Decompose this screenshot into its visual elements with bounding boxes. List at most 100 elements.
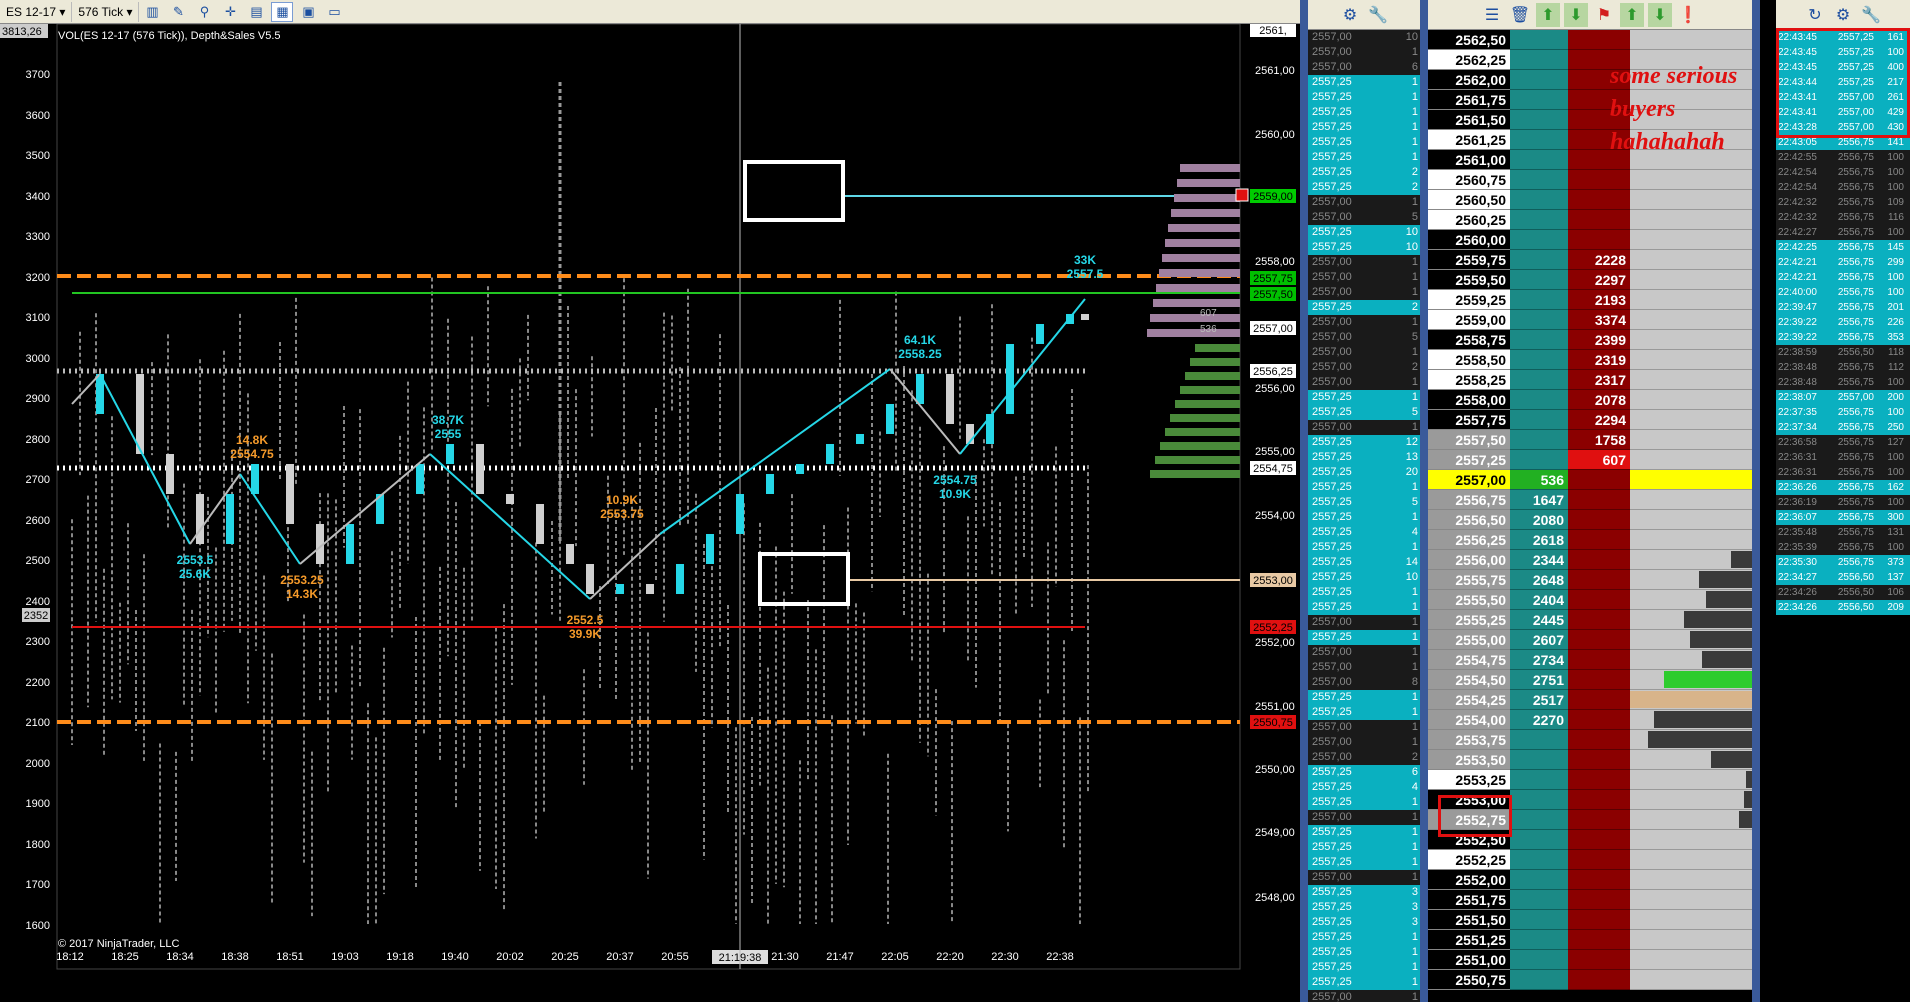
text-icon[interactable]: ▭ <box>323 2 345 22</box>
ladder-row[interactable]: 2552,25 84 <box>1428 850 1752 870</box>
ladder-price[interactable]: 2562,00 <box>1428 70 1510 90</box>
ladder-price[interactable]: 2556,50 <box>1428 510 1510 530</box>
ladder-bid[interactable] <box>1510 150 1568 170</box>
ladder-price[interactable]: 2553,75 <box>1428 730 1510 750</box>
ladder-row[interactable]: 2556,751647 11639 <box>1428 490 1752 510</box>
time-sales-left-panel[interactable]: ⚙ 🔧 2557,00 10 2557,00 1 2557,00 6 2557,25 1 255… <box>1300 0 1420 1002</box>
ladder-bid[interactable] <box>1510 110 1568 130</box>
ladder-row[interactable]: 2550,75 <box>1428 970 1752 990</box>
ladder-row[interactable]: 2558,75 2399 <box>1428 330 1752 350</box>
ladder-row[interactable]: 2553,50 27762 <box>1428 750 1752 770</box>
ladder-price[interactable]: 2550,75 <box>1428 970 1510 990</box>
buy-up-arrow-2-icon[interactable]: ⬆ <box>1620 2 1644 27</box>
ladder-bid[interactable] <box>1510 410 1568 430</box>
ladder-ask[interactable]: 607 <box>1568 450 1630 470</box>
ladder-price[interactable]: 2556,25 <box>1428 530 1510 550</box>
ladder-bid[interactable]: 2270 <box>1510 710 1568 730</box>
sell-down-arrow-2-icon[interactable]: ⬇ <box>1648 2 1672 27</box>
ladder-bid[interactable] <box>1510 370 1568 390</box>
wrench-icon[interactable]: 🔧 <box>1366 3 1390 27</box>
ladder-price[interactable]: 2551,50 <box>1428 910 1510 930</box>
ladder-row[interactable]: 2558,25 2317 <box>1428 370 1752 390</box>
ladder-price[interactable]: 2551,00 <box>1428 950 1510 970</box>
ladder-ask[interactable] <box>1568 170 1630 190</box>
interval-selector[interactable]: 576 Tick ▾ <box>72 1 140 22</box>
ladder-row[interactable]: 2554,752734 30259 <box>1428 650 1752 670</box>
ladder-row[interactable]: 2557,50 175885 <box>1428 430 1752 450</box>
ladder-bid[interactable] <box>1510 290 1568 310</box>
trash-icon[interactable]: 🗑 <box>1508 3 1532 27</box>
ladder-ask[interactable] <box>1568 590 1630 610</box>
ladder-ask[interactable]: 2193 <box>1568 290 1630 310</box>
ladder-ask[interactable] <box>1568 530 1630 550</box>
settings-2-icon[interactable]: ⚙ <box>1831 3 1855 27</box>
ladder-row[interactable]: 2559,50 2297 <box>1428 270 1752 290</box>
ladder-row[interactable]: 2553,75 47120 <box>1428 730 1752 750</box>
ladder-row[interactable]: 2559,25 2193 <box>1428 290 1752 310</box>
ladder-price[interactable]: 2558,75 <box>1428 330 1510 350</box>
ladder-bid[interactable] <box>1510 30 1568 50</box>
ladder-bid[interactable] <box>1510 70 1568 90</box>
ladder-price[interactable]: 2554,25 <box>1428 690 1510 710</box>
ladder-price[interactable]: 2553,50 <box>1428 750 1510 770</box>
ladder-price[interactable]: 2559,75 <box>1428 250 1510 270</box>
ladder-ask[interactable]: 2317 <box>1568 370 1630 390</box>
ladder-price[interactable]: 2554,50 <box>1428 670 1510 690</box>
flag-icon[interactable]: ⚑ <box>1592 3 1616 27</box>
ladder-bid[interactable] <box>1510 50 1568 70</box>
wrench-2-icon[interactable]: 🔧 <box>1859 3 1883 27</box>
ladder-ask[interactable] <box>1568 490 1630 510</box>
ladder-bid[interactable]: 2648 <box>1510 570 1568 590</box>
ladder-price[interactable]: 2560,25 <box>1428 210 1510 230</box>
ladder-price[interactable]: 2562,50 <box>1428 30 1510 50</box>
ladder-price[interactable]: 2558,00 <box>1428 390 1510 410</box>
ladder-bid[interactable] <box>1510 230 1568 250</box>
ladder-ask[interactable]: 3374 <box>1568 310 1630 330</box>
ladder-row[interactable]: 2555,502404 29309 <box>1428 590 1752 610</box>
ladder-row[interactable]: 2554,502751 42635 <box>1428 670 1752 690</box>
crosshair-icon[interactable]: ✛ <box>219 2 241 22</box>
ladder-price[interactable]: 2561,25 <box>1428 130 1510 150</box>
ladder-price[interactable]: 2560,75 <box>1428 170 1510 190</box>
ladder-bid[interactable]: 2607 <box>1510 630 1568 650</box>
ladder-ask[interactable] <box>1568 810 1630 830</box>
ladder-row[interactable]: 2560,00 <box>1428 230 1752 250</box>
ladder-price[interactable]: 2551,75 <box>1428 890 1510 910</box>
ladder-price[interactable]: 2555,75 <box>1428 570 1510 590</box>
ladder-ask[interactable]: 2294 <box>1568 410 1630 430</box>
ladder-ask[interactable] <box>1568 190 1630 210</box>
ladder-bid[interactable] <box>1510 430 1568 450</box>
ladder-row[interactable]: 2560,75 <box>1428 170 1752 190</box>
ladder-bid[interactable] <box>1510 310 1568 330</box>
ladder-row[interactable]: 2552,00 <box>1428 870 1752 890</box>
buy-up-arrow-icon[interactable]: ⬆ <box>1536 2 1560 27</box>
ladder-row[interactable]: 2562,50 <box>1428 30 1752 50</box>
ladder-row[interactable]: 2553,25 16645 <box>1428 770 1752 790</box>
ladder-ask[interactable] <box>1568 650 1630 670</box>
ladder-ask[interactable]: 2297 <box>1568 270 1630 290</box>
ladder-ask[interactable] <box>1568 210 1630 230</box>
ladder-ask[interactable] <box>1568 850 1630 870</box>
ladder-row[interactable]: 2556,252618 2070 <box>1428 530 1752 550</box>
ladder-ask[interactable] <box>1568 770 1630 790</box>
ladder-bid[interactable] <box>1510 770 1568 790</box>
ladder-bid[interactable] <box>1510 210 1568 230</box>
ladder-price[interactable]: 2561,00 <box>1428 150 1510 170</box>
ladder-ask[interactable] <box>1568 750 1630 770</box>
ladder-row[interactable]: 2551,00 <box>1428 950 1752 970</box>
ladder-ask[interactable] <box>1568 730 1630 750</box>
ladder-price[interactable]: 2557,00 <box>1428 470 1510 490</box>
ladder-bid[interactable]: 2445 <box>1510 610 1568 630</box>
time-sales-right-panel[interactable]: ↻ ⚙ 🔧 22:43:45 2557,25 161 22:43:45 2557,25 1… <box>1776 0 1910 1002</box>
refresh-icon[interactable]: ↻ <box>1803 3 1827 27</box>
ladder-bid[interactable]: 1647 <box>1510 490 1568 510</box>
ladder-ask[interactable] <box>1568 470 1630 490</box>
ladder-bid[interactable] <box>1510 130 1568 150</box>
sell-down-arrow-icon[interactable]: ⬇ <box>1564 2 1588 27</box>
ladder-row[interactable]: 2557,00536 2199 <box>1428 470 1752 490</box>
ladder-ask[interactable] <box>1568 930 1630 950</box>
ladder-bid[interactable]: 2080 <box>1510 510 1568 530</box>
ladder-ask[interactable] <box>1568 690 1630 710</box>
ladder-ask[interactable] <box>1568 630 1630 650</box>
ladder-ask[interactable] <box>1568 670 1630 690</box>
